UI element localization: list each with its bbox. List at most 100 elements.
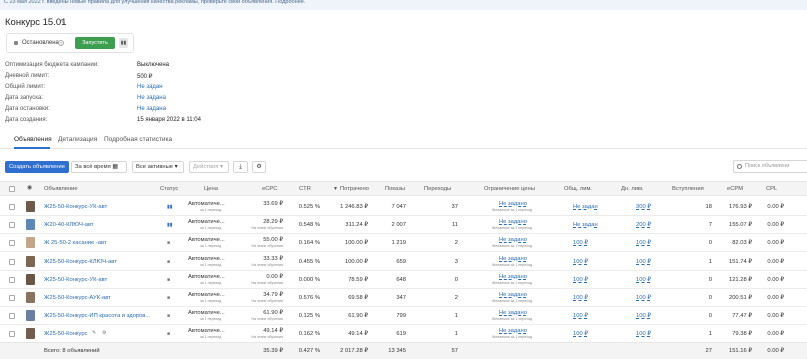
col-clicks[interactable]: Переходы	[424, 186, 451, 192]
info-label: Дата создания:	[5, 117, 48, 123]
ecpc-cell: 33.69 ₽	[263, 201, 283, 207]
day-limit-link[interactable]: 200 ₽	[636, 222, 651, 228]
ad-thumbnail	[26, 310, 35, 321]
edit-pencil-icon[interactable]: ✎	[92, 330, 96, 336]
total-limit-link[interactable]: 100 ₽	[573, 295, 588, 301]
row-divider	[0, 324, 807, 325]
shows-cell: 347	[396, 295, 406, 301]
day-limit-link[interactable]: 300 ₽	[636, 204, 651, 210]
ecpc-sub: На этапе обучения	[251, 299, 283, 303]
price-cell[interactable]: Автоматиче...	[188, 328, 225, 334]
col-price-limit[interactable]: Ограничение цены	[484, 186, 535, 192]
ad-name-link[interactable]: Ж25-50-Конкурс	[44, 331, 154, 337]
row-checkbox[interactable]	[9, 240, 15, 246]
ecpc-cell: 34.79 ₽	[263, 292, 283, 298]
search-input[interactable]: Поиск объявлени	[733, 160, 807, 173]
price-limit-link[interactable]: Не задано	[499, 237, 527, 243]
total-limit-link[interactable]: Не задан	[573, 222, 598, 228]
price-limit-link[interactable]: Не задано	[499, 274, 527, 280]
row-checkbox[interactable]	[9, 295, 15, 301]
ad-name-link[interactable]: Ж25-50-Конкурс-КЛЮЧ-авт	[44, 259, 154, 265]
col-spent[interactable]: Потрачено	[340, 186, 369, 192]
download-button[interactable]: ⤓	[233, 161, 248, 173]
cpl-cell: 0.00 ₽	[767, 204, 784, 210]
price-cell[interactable]: Автоматиче...	[188, 237, 225, 243]
total-limit-link[interactable]: 100 ₽	[573, 240, 588, 246]
total-limit-link[interactable]: 100 ₽	[573, 331, 588, 337]
day-limit-link[interactable]: 100 ₽	[636, 313, 651, 319]
price-limit-sub: Желаемое за 1 переход	[492, 299, 532, 303]
price-limit-link[interactable]: Не задано	[499, 219, 527, 225]
col-ctr[interactable]: CTR	[299, 186, 311, 192]
total-limit-link[interactable]: 100 ₽	[573, 277, 588, 283]
ctr-cell: 0.548 %	[298, 222, 320, 228]
ad-name-link[interactable]: Ж25-50-Конкурс-УК-авт	[44, 277, 154, 283]
gear-icon[interactable]: ⚙	[102, 330, 106, 336]
info-value[interactable]: Не задан	[137, 84, 163, 90]
price-cell[interactable]: Автоматиче...	[188, 274, 225, 280]
clicks-cell: 37	[451, 204, 458, 210]
col-cpl[interactable]: CPL	[766, 186, 777, 192]
price-cell[interactable]: Автоматиче...	[188, 310, 225, 316]
col-total-limit[interactable]: Общ. лим.	[564, 186, 592, 192]
cpl-cell: 0.00 ₽	[767, 240, 784, 246]
col-shows[interactable]: Показы	[385, 186, 405, 192]
select-all-checkbox[interactable]	[9, 186, 15, 192]
run-button[interactable]: Запустить	[75, 37, 115, 49]
ad-name-link[interactable]: Ж25-50-Конкурс-АУК-авт	[44, 295, 154, 301]
ecpc-sub: На этапе обучения	[251, 281, 283, 285]
price-limit-link[interactable]: Не задано	[499, 201, 527, 207]
col-ecpm[interactable]: eCPM	[727, 186, 743, 192]
tab-detailed-stats[interactable]: Подробная статистика	[104, 136, 172, 143]
settings-button[interactable]: ⚙	[252, 161, 266, 173]
filter-selector[interactable]: Все активные ▾	[132, 161, 184, 173]
tab-ads[interactable]: Объявления	[14, 136, 52, 143]
pause-button[interactable]: ▮▮	[119, 38, 128, 48]
price-limit-link[interactable]: Не задано	[499, 328, 527, 334]
row-checkbox[interactable]	[9, 259, 15, 265]
col-joined[interactable]: Вступления	[672, 186, 704, 192]
ad-name-link[interactable]: Ж25-50-Конкурс-УК-авт	[44, 204, 154, 210]
total-limit-link[interactable]: 100 ₽	[573, 259, 588, 265]
price-cell[interactable]: Автоматиче...	[188, 292, 225, 298]
day-limit-link[interactable]: 100 ₽	[636, 295, 651, 301]
price-limit-link[interactable]: Не задано	[499, 310, 527, 316]
announcement-banner[interactable]: С 23 мая 2022 г. введены новые правила д…	[0, 0, 807, 10]
row-checkbox[interactable]	[9, 204, 15, 210]
actions-label: Действия	[193, 164, 219, 170]
actions-selector[interactable]: Действия ▾	[189, 161, 229, 173]
stopped-status-icon: ■	[167, 331, 171, 337]
tab-details[interactable]: Детализация	[58, 136, 97, 143]
help-icon[interactable]: ?	[58, 40, 64, 46]
col-ecpc[interactable]: eCPC	[262, 186, 277, 192]
ad-name-link[interactable]: Ж20-40-КЛЮЧ-авт	[44, 222, 154, 228]
ad-name-link[interactable]: Ж 25-50-2 касание -авт	[44, 240, 154, 246]
row-checkbox[interactable]	[9, 313, 15, 319]
price-limit-link[interactable]: Не задано	[499, 256, 527, 262]
row-checkbox[interactable]	[9, 277, 15, 283]
row-checkbox[interactable]	[9, 331, 15, 337]
day-limit-link[interactable]: 100 ₽	[636, 277, 651, 283]
info-value[interactable]: Не задана	[137, 95, 166, 101]
price-cell[interactable]: Автоматиче...	[188, 201, 225, 207]
day-limit-link[interactable]: 100 ₽	[636, 240, 651, 246]
ad-name-link[interactable]: Ж25-50-Конкурс-ИП красота и здоров...	[44, 313, 154, 319]
info-value[interactable]: Не задана	[137, 106, 166, 112]
day-limit-link[interactable]: 100 ₽	[636, 331, 651, 337]
row-checkbox[interactable]	[9, 222, 15, 228]
price-cell[interactable]: Автоматиче...	[188, 256, 225, 262]
total-limit-link[interactable]: Не задан	[573, 204, 598, 210]
price-cell[interactable]: Автоматиче...	[188, 219, 225, 225]
create-ad-button[interactable]: Создать объявление	[5, 161, 69, 173]
price-limit-link[interactable]: Не задано	[499, 292, 527, 298]
col-day-limit[interactable]: Дн. лим.	[621, 186, 644, 192]
total-limit-link[interactable]: 100 ₽	[573, 313, 588, 319]
day-limit-link[interactable]: 100 ₽	[636, 259, 651, 265]
edit-pencil-icon[interactable]: ✎	[60, 18, 66, 26]
col-ad[interactable]: Объявление	[44, 186, 78, 192]
col-status[interactable]: Статус	[160, 186, 178, 192]
info-label: Дневной лимит:	[5, 73, 50, 79]
period-selector[interactable]: За всё время ▦	[71, 161, 127, 173]
visibility-icon[interactable]: ◉	[27, 185, 32, 191]
col-price[interactable]: Цена	[204, 186, 218, 192]
